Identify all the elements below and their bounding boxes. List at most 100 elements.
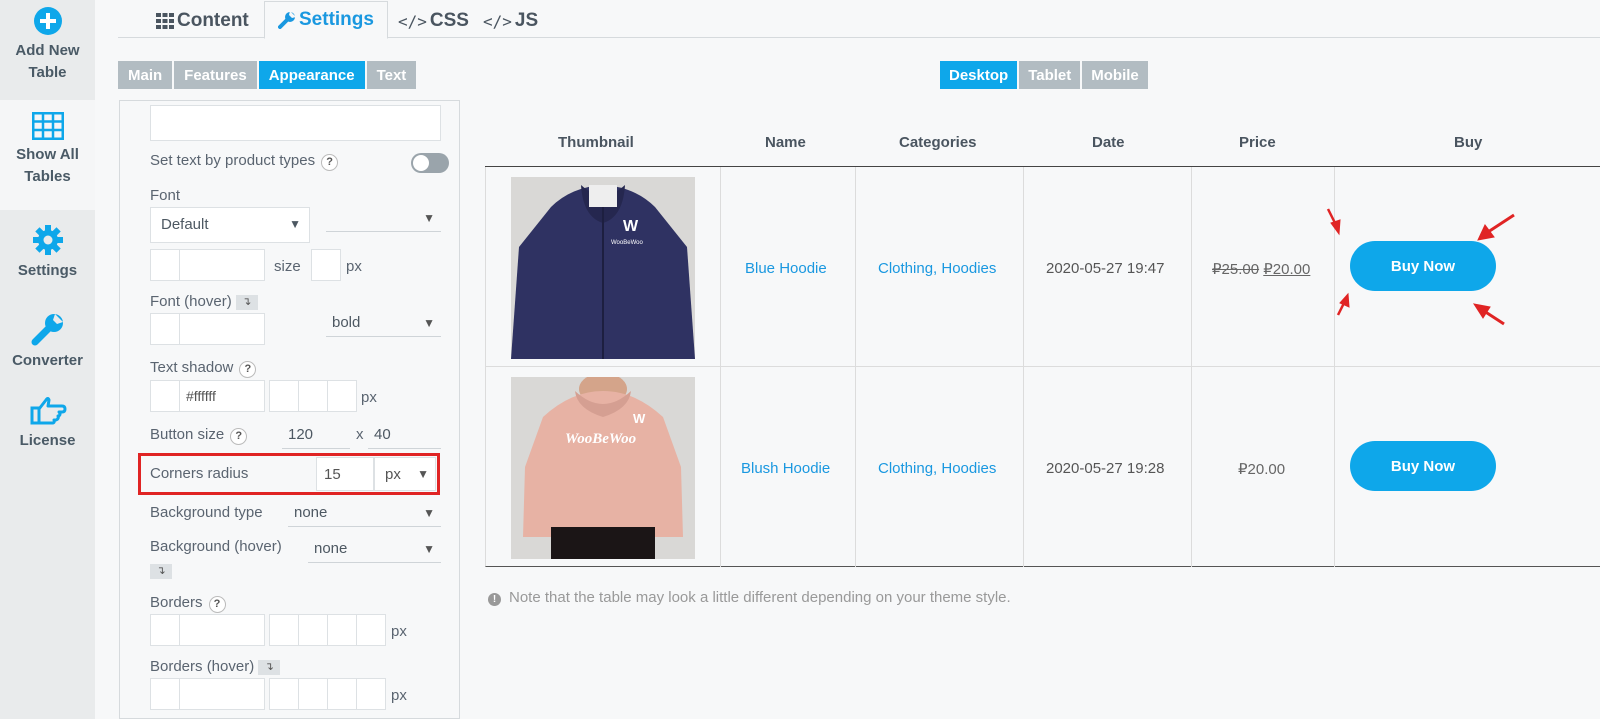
- border-hover-top-input[interactable]: [269, 678, 299, 710]
- product-date: 2020-05-27 19:47: [1046, 260, 1165, 277]
- border-hover-color-input[interactable]: [179, 678, 265, 710]
- tab-css-label: CSS: [429, 10, 469, 31]
- help-icon[interactable]: ?: [239, 361, 257, 378]
- font-label: Font: [150, 187, 181, 204]
- product-thumbnail[interactable]: WooBeWoo W: [511, 377, 695, 559]
- svg-text:WooBeWoo: WooBeWoo: [611, 240, 643, 246]
- copy-hover-icon[interactable]: ↴: [150, 564, 172, 579]
- border-right-input[interactable]: [298, 614, 328, 646]
- shadow-x-input[interactable]: [269, 380, 299, 412]
- hand-pointing-icon: [30, 397, 66, 425]
- device-desktop[interactable]: Desktop: [940, 61, 1018, 89]
- device-tablet[interactable]: Tablet: [1019, 61, 1081, 89]
- nav-license-label: License: [19, 432, 76, 449]
- nav-add-new-table[interactable]: Add New Table: [0, 0, 95, 100]
- corners-radius-unit-select[interactable]: px ▼: [374, 457, 436, 491]
- copy-hover-icon[interactable]: ↴: [258, 659, 281, 675]
- border-bottom-input[interactable]: [327, 614, 357, 646]
- header-name: Name: [765, 134, 806, 151]
- code-icon: </>: [398, 11, 427, 31]
- set-text-by-type-toggle[interactable]: [411, 153, 449, 173]
- size-x-label: x: [356, 426, 364, 443]
- product-thumbnail[interactable]: W WooBeWoo: [511, 177, 695, 359]
- border-hover-right-input[interactable]: [298, 678, 328, 710]
- shadow-color-swatch[interactable]: [150, 380, 180, 412]
- border-color-input[interactable]: [179, 614, 265, 646]
- border-hover-color-swatch[interactable]: [150, 678, 180, 710]
- px-unit: px: [346, 258, 362, 275]
- px-unit: px: [391, 623, 407, 640]
- font-hover-color-input[interactable]: [179, 313, 265, 345]
- nav-converter[interactable]: Converter: [0, 298, 95, 386]
- px-unit: px: [391, 687, 407, 704]
- borders-hover-label: Borders (hover) ↴: [150, 658, 281, 675]
- product-categories-link[interactable]: Clothing, Hoodies: [878, 260, 996, 277]
- tab-settings-label: Settings: [299, 9, 374, 30]
- nav-license[interactable]: License: [0, 386, 95, 474]
- tab-content-label: Content: [177, 10, 249, 31]
- background-hover-select[interactable]: none ▼: [308, 535, 441, 563]
- appearance-settings-panel: Set text by product types? Font Default ▼…: [119, 100, 460, 719]
- old-price: ₽25.00: [1212, 261, 1260, 278]
- subtab-appearance[interactable]: Appearance: [258, 61, 365, 89]
- corners-radius-label: Corners radius: [150, 465, 249, 482]
- settings-subtabs: Main Features Appearance Text: [118, 61, 418, 89]
- tab-settings[interactable]: Settings: [264, 1, 388, 39]
- subtab-main[interactable]: Main: [118, 61, 173, 89]
- product-price: ₽20.00: [1238, 461, 1286, 478]
- wrench-icon: [278, 11, 296, 29]
- nav-settings[interactable]: Settings: [0, 210, 95, 298]
- help-icon[interactable]: ?: [208, 596, 226, 613]
- set-text-by-type-label: Set text by product types?: [150, 152, 339, 171]
- shadow-color-input[interactable]: #ffffff: [179, 380, 265, 412]
- table-row: WooBeWoo W Blush Hoodie Clothing, Hoodies…: [485, 367, 1600, 567]
- device-tabs: Desktop Tablet Mobile: [940, 61, 1150, 89]
- help-icon[interactable]: ?: [321, 154, 339, 171]
- nav-show-label: Show All Tables: [16, 146, 79, 185]
- tab-css[interactable]: </> CSS: [398, 4, 469, 38]
- product-name-link[interactable]: Blush Hoodie: [741, 460, 830, 477]
- subtab-text[interactable]: Text: [366, 61, 417, 89]
- help-icon[interactable]: ?: [230, 428, 248, 445]
- wrench-icon: [31, 314, 63, 346]
- font-hover-color-swatch[interactable]: [150, 313, 180, 345]
- font-hover-weight-select[interactable]: bold ▼: [326, 309, 441, 337]
- shadow-y-input[interactable]: [298, 380, 328, 412]
- subtab-features[interactable]: Features: [174, 61, 257, 89]
- font-color-input[interactable]: [179, 249, 265, 281]
- font-size-input[interactable]: [311, 249, 341, 281]
- border-top-input[interactable]: [269, 614, 299, 646]
- tab-content[interactable]: Content: [156, 4, 249, 38]
- border-left-input[interactable]: [356, 614, 386, 646]
- size-label: size: [274, 258, 301, 275]
- grid-icon: [156, 13, 174, 29]
- nav-settings-label: Settings: [17, 262, 78, 279]
- nav-show-all-tables[interactable]: Show All Tables: [0, 100, 95, 210]
- product-categories-link[interactable]: Clothing, Hoodies: [878, 460, 996, 477]
- header-categories: Categories: [899, 134, 977, 151]
- gear-icon: [32, 225, 63, 255]
- header-thumbnail: Thumbnail: [558, 134, 634, 151]
- border-color-swatch[interactable]: [150, 614, 180, 646]
- button-height-input[interactable]: 40: [368, 421, 441, 449]
- copy-hover-icon[interactable]: ↴: [235, 294, 258, 310]
- shadow-blur-input[interactable]: [327, 380, 357, 412]
- button-size-label: Button size?: [150, 426, 248, 445]
- background-type-select[interactable]: none ▼: [288, 499, 441, 527]
- left-navigation: Add New Table Show All Tables Settings C…: [0, 0, 95, 719]
- border-hover-bottom-input[interactable]: [327, 678, 357, 710]
- device-mobile[interactable]: Mobile: [1082, 61, 1148, 89]
- border-hover-left-input[interactable]: [356, 678, 386, 710]
- font-color-swatch[interactable]: [150, 249, 180, 281]
- plus-circle-icon: [33, 7, 62, 35]
- button-width-input[interactable]: 120: [282, 421, 350, 449]
- theme-note: ! Note that the table may look a little d…: [488, 589, 1011, 606]
- tab-js[interactable]: </> JS: [483, 4, 538, 38]
- sale-price: ₽20.00: [1263, 261, 1311, 278]
- corners-radius-input[interactable]: 15: [316, 457, 374, 491]
- buy-now-button[interactable]: Buy Now: [1350, 441, 1496, 491]
- font-weight-select[interactable]: ▼: [326, 204, 441, 232]
- product-name-link[interactable]: Blue Hoodie: [745, 260, 827, 277]
- font-select[interactable]: Default ▼: [150, 207, 310, 243]
- text-input[interactable]: [150, 105, 441, 141]
